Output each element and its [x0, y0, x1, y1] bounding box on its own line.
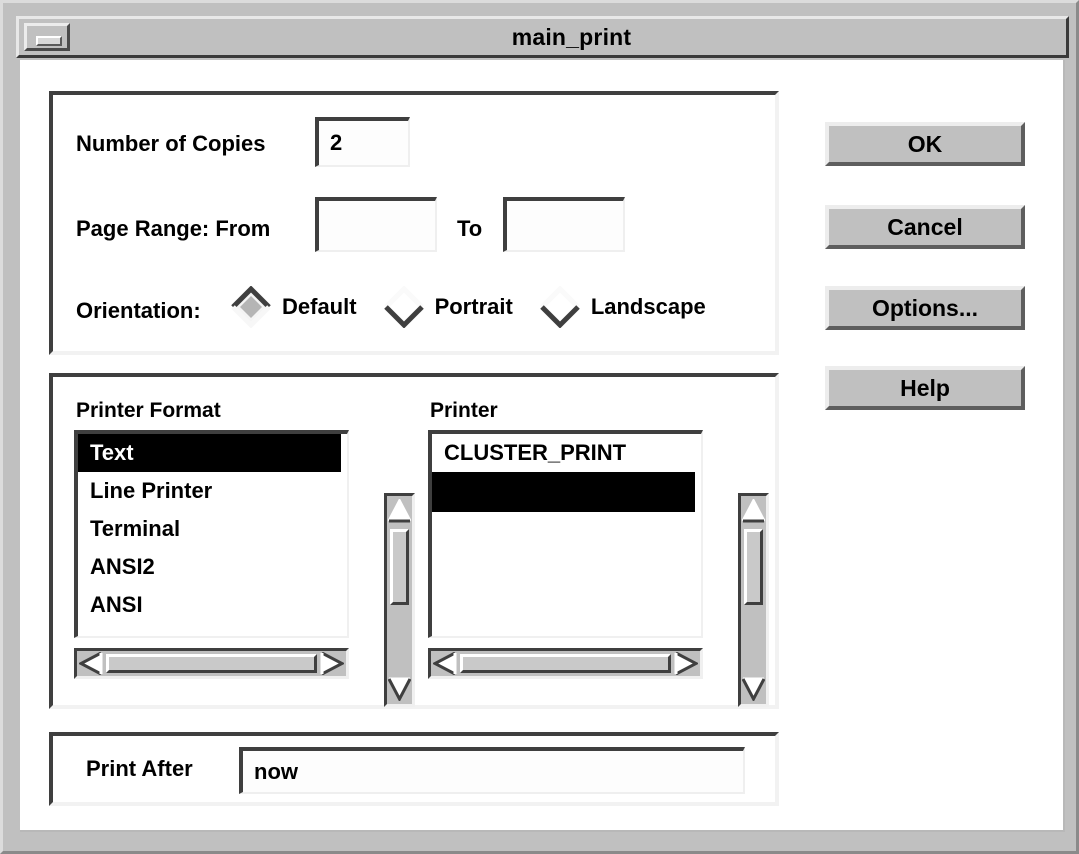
- list-item[interactable]: ANSI: [78, 586, 347, 624]
- page-range-from-input[interactable]: [315, 197, 437, 252]
- list-item[interactable]: Line Printer: [78, 472, 347, 510]
- orientation-label: Orientation:: [76, 298, 201, 323]
- help-button[interactable]: Help: [825, 366, 1025, 410]
- scrollbar-thumb[interactable]: [744, 529, 763, 605]
- triangle-up-icon[interactable]: [388, 499, 411, 523]
- dialog-body: Number of Copies 2 Page Range: From To O…: [20, 60, 1065, 832]
- number-of-copies-input[interactable]: 2: [315, 117, 410, 167]
- page-range-to-input[interactable]: [503, 197, 625, 252]
- orientation-radio-landscape[interactable]: Landscape: [539, 286, 706, 328]
- orientation-landscape-label: Landscape: [590, 294, 706, 319]
- triangle-left-icon[interactable]: [79, 652, 103, 675]
- orientation-radio-portrait[interactable]: Portrait: [383, 286, 513, 328]
- scrollbar-thumb[interactable]: [106, 654, 317, 673]
- options-button[interactable]: Options...: [825, 286, 1025, 330]
- printer-list[interactable]: CLUSTER_PRINT: [428, 430, 703, 638]
- diamond-unselected-icon: [383, 286, 425, 328]
- window-titlebar: main_print: [16, 16, 1069, 58]
- triangle-up-icon[interactable]: [742, 499, 765, 523]
- print-after-label: Print After: [86, 756, 193, 781]
- list-item[interactable]: CLUSTER_PRINT: [432, 434, 701, 472]
- triangle-down-icon[interactable]: [742, 677, 765, 701]
- list-item[interactable]: [432, 472, 695, 512]
- printer-vertical-scrollbar[interactable]: [738, 493, 769, 707]
- minimize-button[interactable]: [24, 23, 70, 51]
- scrollbar-thumb[interactable]: [460, 654, 671, 673]
- printer-format-list[interactable]: Text Line Printer Terminal ANSI2 ANSI: [74, 430, 349, 638]
- orientation-default-label: Default: [282, 294, 357, 319]
- printer-format-horizontal-scrollbar[interactable]: [74, 648, 349, 679]
- page-range-from-label: Page Range: From: [76, 216, 271, 241]
- printer-format-vertical-scrollbar[interactable]: [384, 493, 415, 707]
- diamond-selected-icon: [230, 286, 272, 328]
- minimize-icon: [36, 36, 62, 46]
- list-item[interactable]: Text: [78, 434, 341, 472]
- orientation-portrait-label: Portrait: [434, 294, 513, 319]
- printer-horizontal-scrollbar[interactable]: [428, 648, 703, 679]
- list-item[interactable]: Terminal: [78, 510, 347, 548]
- triangle-down-icon[interactable]: [388, 677, 411, 701]
- page-range-to-label: To: [457, 216, 483, 241]
- orientation-radio-default[interactable]: Default: [230, 286, 357, 328]
- triangle-right-icon[interactable]: [674, 652, 698, 675]
- triangle-left-icon[interactable]: [433, 652, 457, 675]
- ok-button[interactable]: OK: [825, 122, 1025, 166]
- printer-format-title: Printer Format: [76, 399, 221, 422]
- scrollbar-thumb[interactable]: [390, 529, 409, 605]
- printer-title: Printer: [430, 399, 498, 422]
- number-of-copies-label: Number of Copies: [76, 131, 266, 156]
- cancel-button[interactable]: Cancel: [825, 205, 1025, 249]
- diamond-unselected-icon: [539, 286, 581, 328]
- list-item[interactable]: ANSI2: [78, 548, 347, 586]
- window-title: main_print: [511, 24, 632, 50]
- orientation-radio-group: Default Portrait Landscape: [230, 286, 732, 328]
- application-window: main_print Number of Copies 2 Page Range…: [0, 0, 1079, 854]
- triangle-right-icon[interactable]: [320, 652, 344, 675]
- print-after-input[interactable]: now: [239, 747, 745, 794]
